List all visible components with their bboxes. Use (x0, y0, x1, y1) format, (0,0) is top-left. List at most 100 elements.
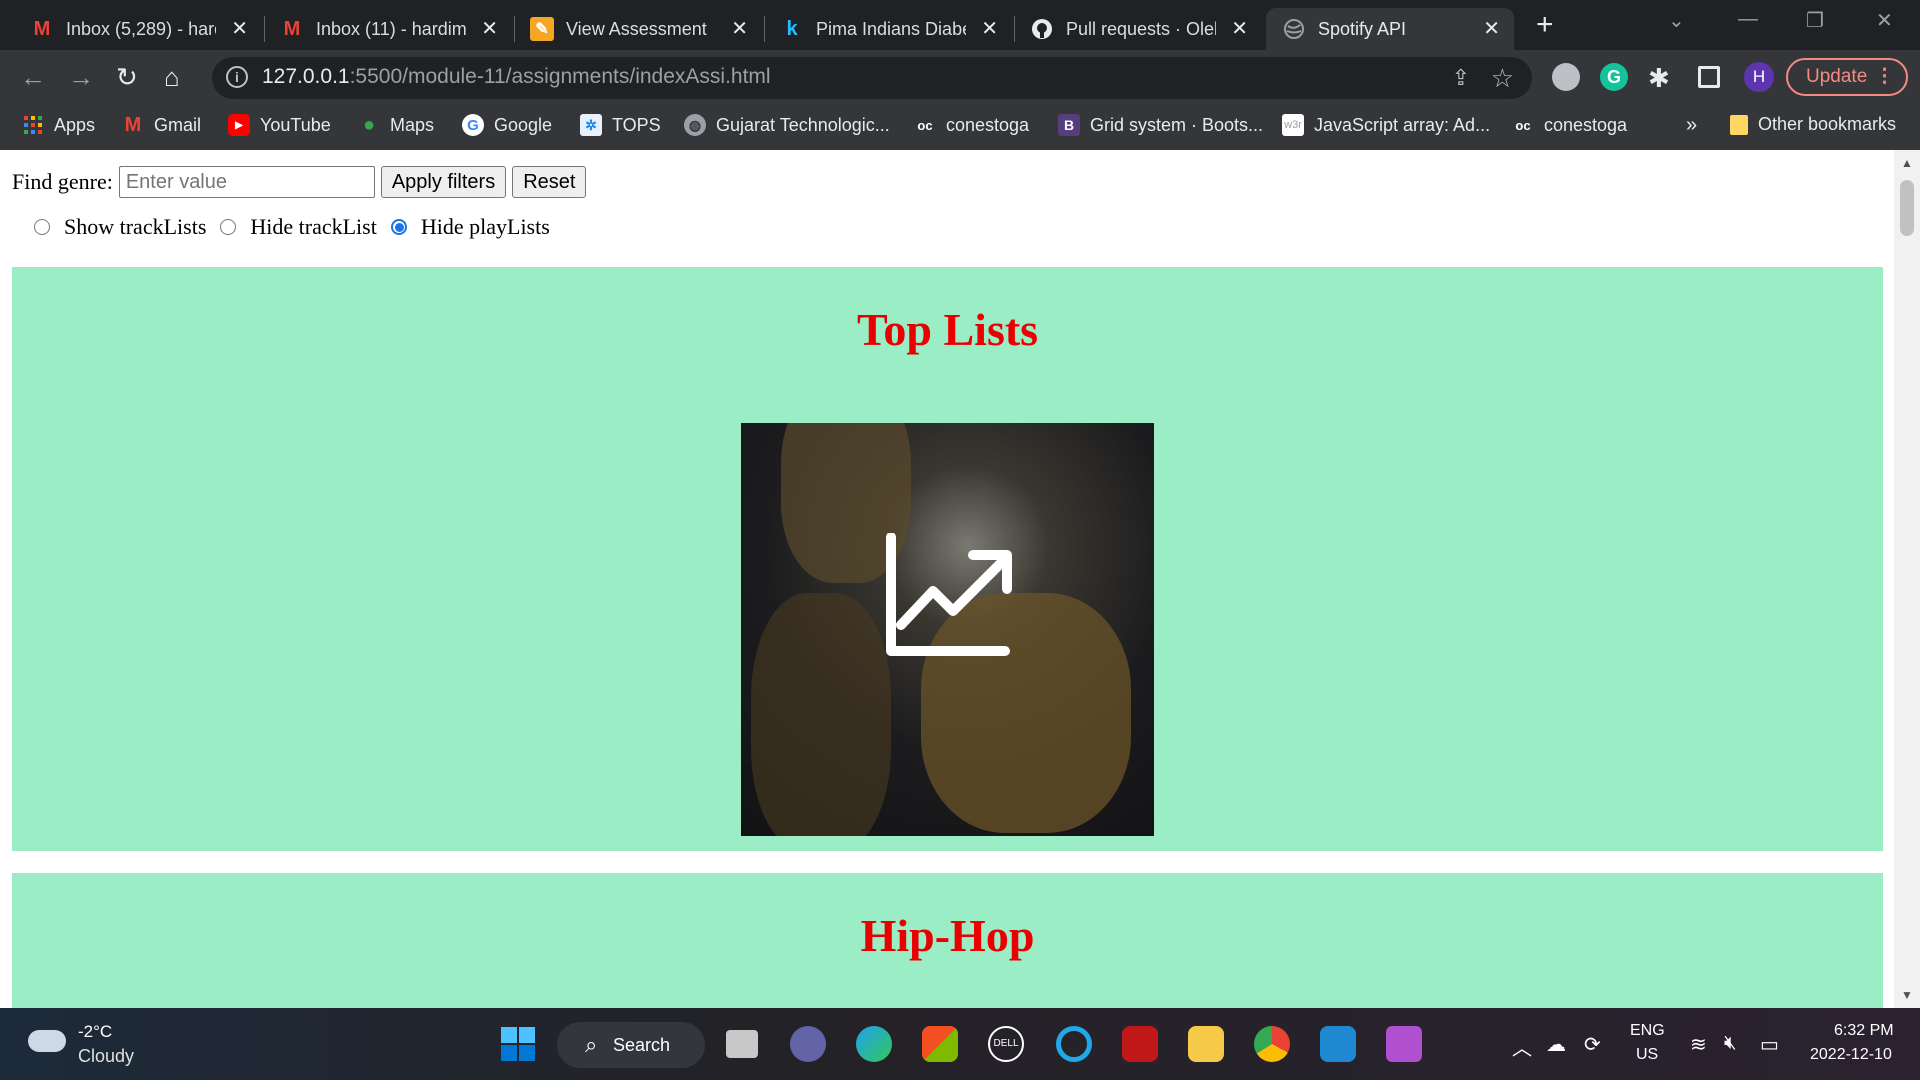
wifi-icon[interactable]: ≋ (1690, 1032, 1707, 1057)
input-language[interactable]: ENG (1630, 1022, 1665, 1040)
bookmark-maps[interactable]: ● Maps (358, 114, 434, 136)
close-icon[interactable]: ✕ (231, 18, 248, 40)
genre-section-top-lists: Top Lists (12, 267, 1883, 851)
scroll-down-arrow-icon[interactable]: ▼ (1901, 988, 1913, 1002)
bookmark-conestoga-2[interactable]: oc conestoga (1512, 114, 1627, 136)
cloud-weather-icon[interactable] (28, 1030, 66, 1052)
view-options-radio-group: Show trackLists Hide trackList Hide play… (34, 214, 564, 240)
forward-icon[interactable]: → (68, 62, 94, 92)
file-explorer-icon[interactable] (1188, 1026, 1224, 1062)
bookmark-gujarat-tech[interactable]: ◍ Gujarat Technologic... (684, 114, 890, 136)
input-region[interactable]: US (1636, 1046, 1658, 1064)
url-text[interactable]: 127.0.0.1:5500/module-11/assignments/ind… (262, 65, 771, 89)
chrome-icon[interactable] (1254, 1026, 1290, 1062)
tab-gmail-inbox-1[interactable]: M Inbox (5,289) - hardi ✕ (30, 8, 262, 50)
genre-search-input[interactable] (118, 166, 375, 198)
back-icon[interactable]: ← (20, 62, 46, 92)
tab-title: Pima Indians Diabetes (816, 18, 966, 39)
bootstrap-icon: B (1058, 114, 1080, 136)
scroll-thumb[interactable] (1900, 180, 1914, 236)
tab-view-assessment[interactable]: ✎ View Assessment ✕ (530, 8, 762, 50)
sync-icon[interactable]: ⟳ (1584, 1032, 1601, 1057)
apply-filters-button[interactable]: Apply filters (380, 166, 507, 198)
close-icon[interactable]: ✕ (981, 18, 998, 40)
windows-start-icon[interactable] (500, 1026, 536, 1062)
speaker-muted-icon[interactable]: 🔇︎ (1724, 1032, 1737, 1055)
bookmark-label: Gmail (154, 114, 202, 135)
dell-icon[interactable]: DELL (988, 1026, 1024, 1062)
tab-pima-indians[interactable]: k Pima Indians Diabetes ✕ (780, 8, 1012, 50)
side-panel-icon[interactable] (1698, 66, 1720, 88)
teams-chat-icon[interactable] (790, 1026, 826, 1062)
hide-playlists-radio[interactable] (390, 219, 407, 235)
tab-gmail-inbox-2[interactable]: M Inbox (11) - hardimpatel ✕ (280, 8, 512, 50)
hide-tracklist-radio[interactable] (220, 219, 237, 235)
bookmark-apps[interactable]: Apps (22, 114, 95, 136)
home-icon[interactable]: ⌂ (164, 62, 180, 92)
other-bookmarks[interactable]: Other bookmarks (1730, 114, 1896, 135)
conestoga-icon: oc (1515, 117, 1531, 133)
bookmarks-overflow-button[interactable]: » (1686, 114, 1697, 137)
clock-date[interactable]: 2022-12-10 (1810, 1046, 1892, 1064)
bookmark-label: Gujarat Technologic... (716, 114, 890, 135)
page-scrollbar[interactable]: ▲ ▼ (1894, 150, 1920, 1008)
microsoft-store-icon[interactable] (922, 1026, 958, 1062)
tab-title: Spotify API (1318, 18, 1407, 39)
reset-button[interactable]: Reset (512, 166, 587, 198)
close-icon[interactable]: ✕ (1231, 18, 1248, 40)
show-tracklists-radio[interactable] (34, 219, 50, 235)
show-hidden-icons-chevron-icon[interactable]: ︿ (1512, 1032, 1532, 1061)
profile-avatar[interactable]: H (1744, 62, 1774, 92)
bookmark-star-icon[interactable]: ☆ (1491, 63, 1514, 94)
tab-pull-requests[interactable]: Pull requests · Oleks ✕ (1030, 8, 1262, 50)
bookmark-youtube[interactable]: ▶ YouTube (228, 114, 331, 136)
taskbar-search-box[interactable]: ⌕ Search (557, 1022, 705, 1068)
screen-recorder-extension-icon[interactable] (1552, 63, 1580, 91)
bookmark-tops[interactable]: ✲ TOPS (580, 114, 661, 136)
filter-row: Find genre: Apply filters Reset (12, 166, 587, 198)
clock-time[interactable]: 6:32 PM (1834, 1022, 1894, 1040)
bookmarks-bar: Apps M Gmail ▶ YouTube ● Maps G Google ✲… (0, 108, 1920, 142)
new-tab-button[interactable]: + (1536, 10, 1554, 40)
bookmark-google[interactable]: G Google (462, 114, 552, 136)
update-button[interactable]: Update ⋮ (1786, 58, 1908, 96)
weather-description[interactable]: Cloudy (78, 1046, 134, 1067)
tab-spotify-api[interactable]: Spotify API ✕ (1266, 8, 1514, 50)
cortana-icon[interactable] (1056, 1026, 1092, 1062)
tab-search-icon[interactable]: ⌄ (1668, 8, 1685, 33)
battery-icon[interactable]: ▭ (1760, 1032, 1779, 1057)
reload-icon[interactable]: ↻ (116, 62, 138, 92)
scroll-up-arrow-icon[interactable]: ▲ (1901, 156, 1913, 170)
windows-taskbar: -2°C Cloudy ⌕ Search DELL ︿ ☁ ⟳ ENG US ≋ … (0, 1008, 1920, 1080)
close-window-icon[interactable]: ✕ (1876, 8, 1893, 33)
site-info-icon[interactable]: i (226, 66, 248, 88)
youtube-icon: ▶ (228, 114, 250, 136)
close-icon[interactable]: ✕ (731, 18, 748, 40)
minimize-icon[interactable]: — (1738, 8, 1758, 31)
weather-temperature[interactable]: -2°C (78, 1022, 112, 1042)
close-icon[interactable]: ✕ (481, 18, 498, 40)
more-menu-icon[interactable]: ⋮ (1875, 60, 1894, 94)
tab-separator (1014, 16, 1015, 42)
onedrive-cloud-icon[interactable]: ☁ (1546, 1032, 1566, 1057)
gmail-icon: M (33, 17, 51, 40)
radio-label: Show trackLists (64, 214, 207, 239)
section-title: Top Lists (856, 304, 1039, 355)
restore-icon[interactable]: ❐ (1806, 8, 1824, 33)
bookmark-bootstrap-grid[interactable]: B Grid system · Boots... (1058, 114, 1263, 136)
task-view-icon[interactable] (726, 1030, 758, 1058)
bookmark-js-array[interactable]: w3r JavaScript array: Ad... (1282, 114, 1490, 136)
extensions-puzzle-icon[interactable]: ✱ (1648, 63, 1676, 93)
mcafee-icon[interactable] (1122, 1026, 1158, 1062)
bookmark-label: conestoga (946, 114, 1030, 135)
close-icon[interactable]: ✕ (1483, 18, 1500, 40)
grammarly-extension-icon[interactable]: G (1600, 63, 1628, 91)
snipping-tool-icon[interactable] (1386, 1026, 1422, 1062)
top-lists-cover-image[interactable] (741, 423, 1154, 836)
vscode-icon[interactable] (1320, 1026, 1356, 1062)
edge-browser-icon[interactable] (856, 1026, 892, 1062)
bookmark-conestoga-1[interactable]: oc conestoga (914, 114, 1029, 136)
address-bar[interactable]: i 127.0.0.1:5500/module-11/assignments/i… (212, 57, 1532, 99)
share-icon[interactable]: ⇪ (1452, 65, 1470, 91)
bookmark-gmail[interactable]: M Gmail (122, 114, 201, 136)
